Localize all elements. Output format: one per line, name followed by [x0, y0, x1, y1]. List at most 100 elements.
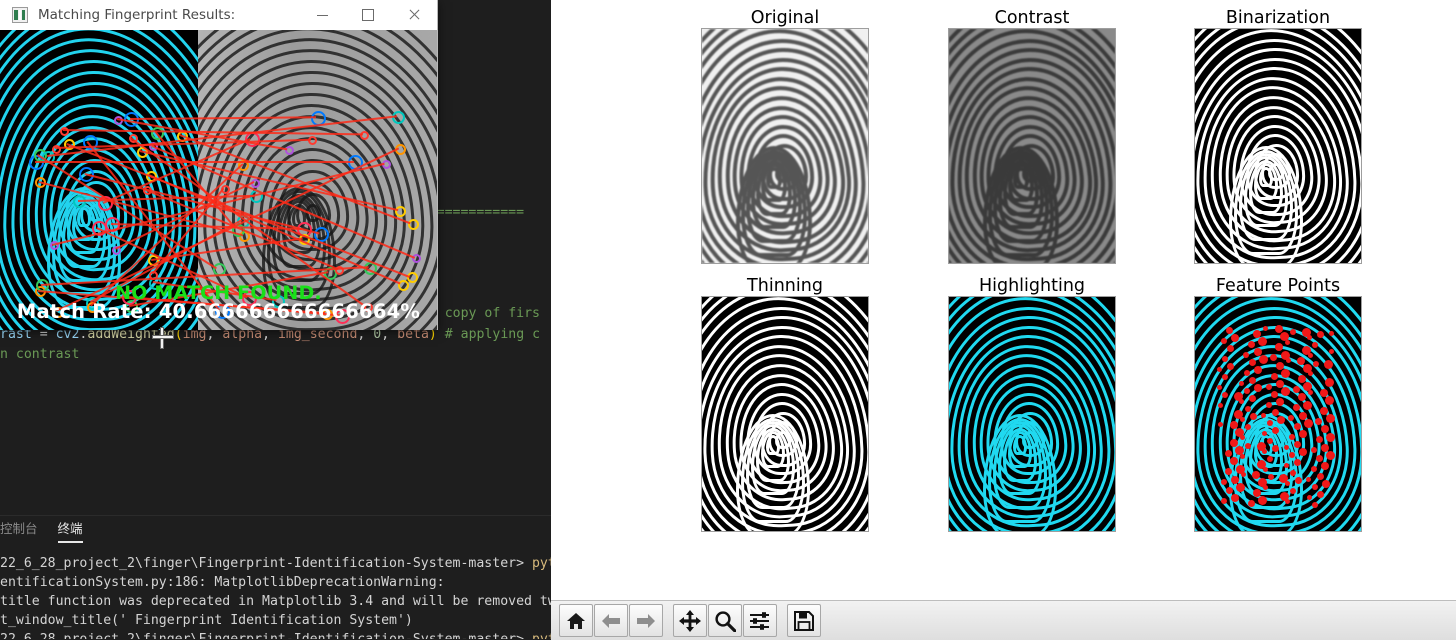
feature-point [1316, 454, 1324, 462]
terminal-line: 22_6_28_project_2\finger\Fingerprint-Ide… [0, 630, 551, 639]
subplot-feature-points: Feature Points [1180, 276, 1376, 532]
code-token: # applying c [436, 326, 541, 342]
feature-point [1289, 451, 1296, 458]
subplot-contrast: Contrast [934, 8, 1130, 264]
feature-point [1271, 408, 1279, 416]
matplotlib-toolbar[interactable] [551, 600, 1456, 640]
feature-point [1258, 355, 1268, 364]
subplot-highlighting: Highlighting [934, 276, 1130, 532]
match-line [179, 134, 412, 225]
feature-point [1312, 501, 1319, 508]
feature-point [1275, 361, 1284, 370]
feature-point [1283, 444, 1289, 450]
feature-point [1301, 327, 1311, 337]
feature-point [1321, 479, 1330, 488]
feature-point [1293, 422, 1301, 430]
feature-point [1220, 497, 1227, 504]
feature-point [1303, 418, 1313, 428]
feature-point [1311, 483, 1318, 490]
feature-point [1270, 372, 1278, 380]
subplot-image [948, 296, 1116, 532]
feature-point [1312, 360, 1319, 367]
terminal-line: 22_6_28_project_2\finger\Fingerprint-Ide… [0, 554, 551, 573]
feature-point [1221, 356, 1228, 363]
feature-point [1234, 391, 1244, 401]
terminal-tab-bar[interactable]: 控制台 终端 [0, 516, 551, 544]
close-button[interactable] [391, 0, 437, 30]
feature-point [1229, 420, 1238, 429]
subplot-title: Feature Points [1215, 276, 1341, 296]
feature-point [1231, 493, 1240, 502]
feature-point [1217, 421, 1223, 427]
subplot-title: Contrast [994, 8, 1070, 28]
feature-point [1289, 470, 1296, 477]
feature-point [1235, 464, 1245, 474]
feature-point [1288, 433, 1295, 440]
feature-point [1325, 414, 1335, 424]
match-visualization: NO MATCH FOUND. Match Rate: 40.666666666… [0, 30, 437, 330]
feature-point [1276, 379, 1285, 388]
feature-point [1311, 465, 1318, 472]
terminal-token: python [531, 556, 551, 571]
feature-point [1235, 482, 1245, 492]
feature-point [1220, 479, 1227, 486]
feature-point [1266, 401, 1273, 408]
terminal-output[interactable]: 22_6_28_project_2\finger\Fingerprint-Ide… [0, 544, 551, 639]
feature-point [1245, 442, 1252, 449]
subplot-image [1194, 296, 1362, 532]
feature-point [1279, 492, 1289, 502]
subplot-title: Original [750, 8, 820, 28]
terminal-token: 22_6_28_project_2\finger\Fingerprint-Ide… [0, 632, 532, 639]
terminal-token: title function was deprecated in Matplot… [0, 594, 551, 609]
feature-point [1271, 427, 1279, 435]
terminal-tab-1[interactable]: 终端 [57, 518, 83, 543]
feature-point [1266, 419, 1273, 426]
feature-point [1316, 490, 1324, 498]
match-rate-text: Match Rate: 40.666666666666664% [16, 300, 421, 323]
minimize-button[interactable] [299, 0, 345, 30]
feature-point [1280, 368, 1290, 378]
subplot-image [948, 28, 1116, 264]
back-arrow-icon [594, 604, 628, 637]
feature-point [1265, 383, 1272, 390]
maximize-button[interactable] [345, 0, 391, 30]
pan-move-icon[interactable] [673, 604, 707, 637]
feature-point [1294, 477, 1302, 485]
zoom-magnifier-icon[interactable] [708, 604, 742, 637]
feature-point [1319, 389, 1328, 398]
feature-point [1280, 350, 1290, 360]
feature-point [1276, 416, 1285, 425]
match-line [129, 116, 317, 120]
subplot-sliders-icon[interactable] [743, 604, 777, 637]
window-title-bar[interactable]: Matching Fingerprint Results: [0, 0, 437, 30]
feature-point [1249, 376, 1257, 384]
feature-point [1253, 347, 1262, 356]
subplot-title: Binarization [1225, 8, 1331, 28]
window-controls[interactable] [299, 0, 437, 30]
feature-point [1234, 428, 1244, 438]
feature-point [1324, 378, 1334, 388]
feature-point [1226, 345, 1234, 353]
feature-point [1253, 366, 1262, 374]
feature-point [1248, 340, 1256, 348]
matching-results-window[interactable]: Matching Fingerprint Results: NO MATCH F… [0, 0, 438, 330]
figure-canvas[interactable]: Original Contrast Binarization Thinning High… [551, 0, 1456, 600]
feature-point [1298, 429, 1307, 438]
feature-point [1298, 411, 1307, 420]
feature-point [1243, 369, 1250, 376]
subplot-image [701, 28, 869, 264]
feature-point [1253, 329, 1262, 338]
subplot-image [701, 296, 869, 532]
subplot-original: Original [687, 8, 883, 264]
home-icon[interactable] [559, 604, 593, 637]
matplotlib-window: Original Contrast Binarization Thinning High… [551, 0, 1456, 640]
save-floppy-icon[interactable] [787, 604, 821, 637]
feature-point [1294, 440, 1302, 448]
feature-point [1238, 380, 1244, 386]
feature-point [1225, 486, 1233, 494]
feature-point [1290, 328, 1297, 335]
terminal-line: entificationSystem.py:186: MatplotlibDep… [0, 573, 551, 592]
feature-point [1328, 330, 1334, 336]
terminal-line: title function was deprecated in Matplot… [0, 592, 551, 611]
terminal-tab-0[interactable]: 控制台 [0, 518, 38, 542]
